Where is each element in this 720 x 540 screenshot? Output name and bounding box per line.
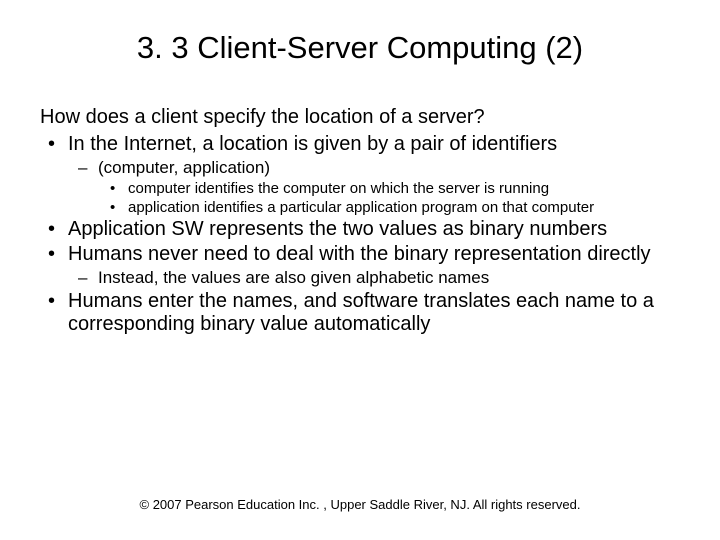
- bullet-item: Humans never need to deal with the binar…: [68, 243, 680, 288]
- intro-question: How does a client specify the location o…: [40, 106, 680, 129]
- bullet-text: In the Internet, a location is given by …: [68, 133, 557, 155]
- copyright-footer: © 2007 Pearson Education Inc. , Upper Sa…: [0, 497, 720, 512]
- slide: 3. 3 Client-Server Computing (2) How doe…: [0, 0, 720, 540]
- sub-bullet-list: (computer, application) computer identif…: [68, 158, 680, 216]
- bullet-item: In the Internet, a location is given by …: [68, 133, 680, 216]
- subsub-bullet-list: computer identifies the computer on whic…: [98, 180, 680, 216]
- slide-title: 3. 3 Client-Server Computing (2): [40, 30, 680, 66]
- bullet-item: Application SW represents the two values…: [68, 218, 680, 241]
- bullet-item: Humans enter the names, and software tra…: [68, 290, 680, 336]
- bullet-text: Humans never need to deal with the binar…: [68, 243, 651, 265]
- bullet-list: In the Internet, a location is given by …: [40, 133, 680, 336]
- sub-bullet-list: Instead, the values are also given alpha…: [68, 268, 680, 288]
- sub-bullet-text: (computer, application): [98, 158, 270, 177]
- subsub-bullet-item: application identifies a particular appl…: [128, 199, 680, 216]
- sub-bullet-item: (computer, application) computer identif…: [98, 158, 680, 216]
- sub-bullet-item: Instead, the values are also given alpha…: [98, 268, 680, 288]
- subsub-bullet-item: computer identifies the computer on whic…: [128, 180, 680, 197]
